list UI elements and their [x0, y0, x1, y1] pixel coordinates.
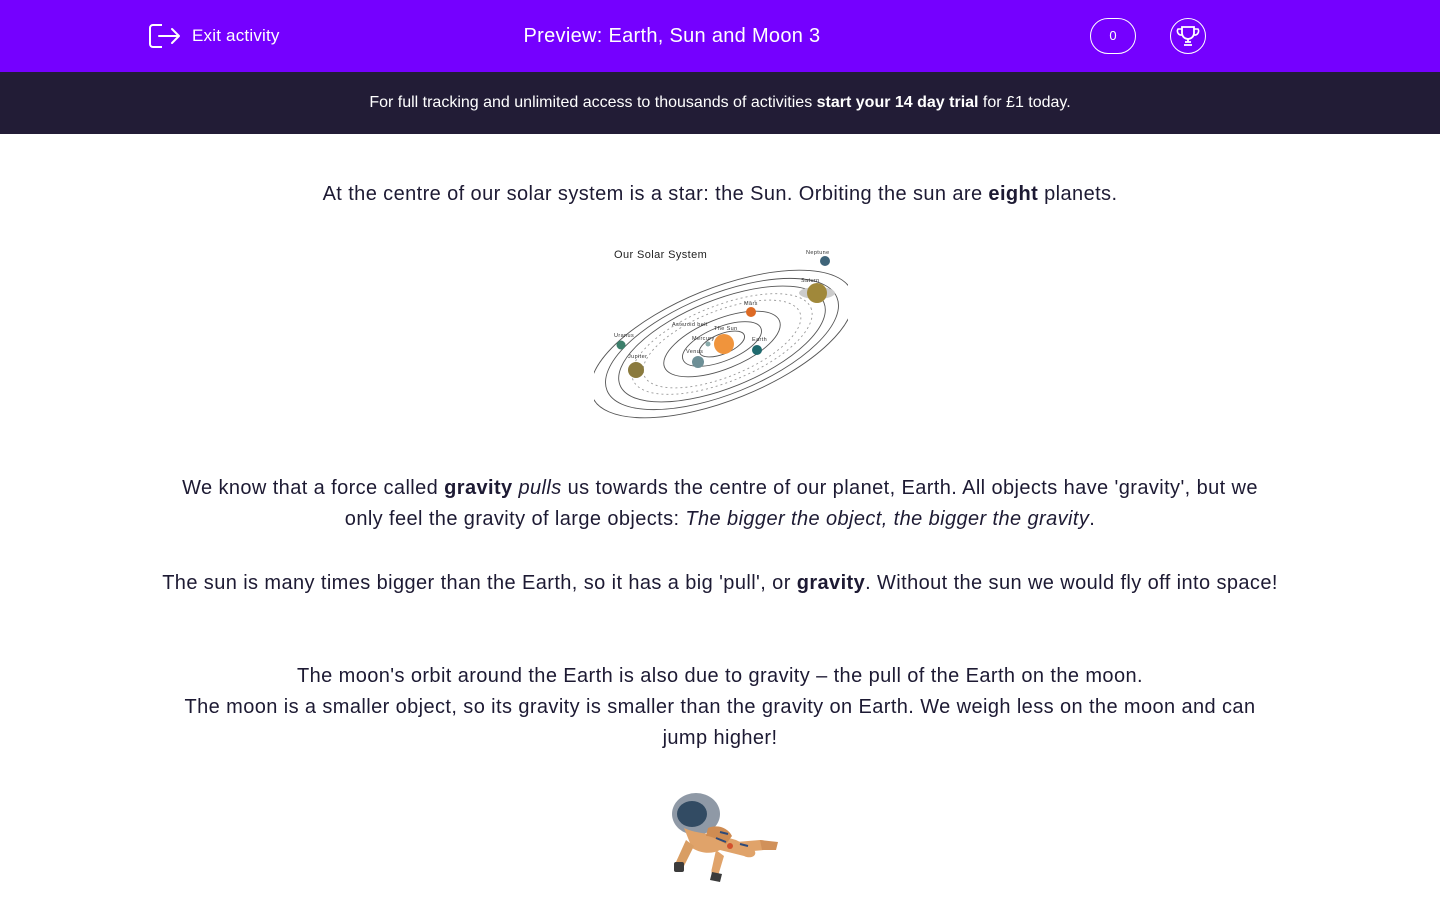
moon-orbit-paragraph: The moon's orbit around the Earth is als… — [297, 665, 1143, 687]
label-asteroid-belt: Asteroid belt — [672, 322, 708, 328]
promo-text-start: For full tracking and unlimited access t… — [369, 94, 817, 111]
trophy-button[interactable] — [1170, 18, 1206, 54]
sun-gravity-emphasis: gravity — [796, 572, 866, 594]
top-bar: Exit activity Preview: Earth, Sun and Mo… — [0, 0, 1440, 72]
intro-emphasis: eight — [988, 183, 1039, 205]
trial-promo-banner: For full tracking and unlimited access t… — [0, 72, 1440, 134]
trial-link[interactable]: start your 14 day trial — [817, 94, 979, 111]
label-saturn: Saturn — [801, 278, 820, 284]
diagram-title: Our Solar System — [614, 249, 707, 261]
label-mercury: Mercury — [692, 336, 715, 342]
neptune-planet — [820, 256, 830, 266]
label-venus: Venus — [686, 349, 703, 355]
gravity-text-g: . — [1089, 508, 1096, 530]
sun-text-c: . Without the sun we would fly off into … — [865, 572, 1278, 594]
earth-planet — [752, 345, 762, 355]
label-jupiter: Jupiter — [628, 354, 647, 360]
uranus-planet — [616, 340, 626, 350]
venus-planet — [692, 356, 704, 368]
label-uranus: Uranus — [614, 333, 634, 339]
mars-planet — [746, 307, 756, 317]
gravity-paragraph: We know that a force called gravity pull… — [160, 473, 1280, 535]
score-badge[interactable]: 0 — [1090, 18, 1136, 54]
moon-gravity-paragraph: The moon is a smaller object, so its gra… — [184, 696, 1256, 749]
sun-paragraph: The sun is many times bigger than the Ea… — [160, 568, 1280, 599]
label-mars: Mars — [744, 301, 758, 307]
saturn-planet — [807, 283, 827, 303]
solar-system-diagram: Our Solar System Neptune Saturn Mars Ast… — [594, 249, 848, 419]
sun-planet — [714, 334, 734, 354]
intro-text-c: planets. — [1038, 183, 1118, 205]
trophy-icon — [1176, 26, 1200, 46]
gravity-text-a: We know that a force called — [182, 477, 445, 499]
intro-paragraph: At the centre of our solar system is a s… — [160, 179, 1280, 210]
jupiter-planet — [628, 362, 644, 378]
astronaut-image — [672, 793, 778, 882]
label-earth: Earth — [752, 337, 767, 343]
sun-text-a: The sun is many times bigger than the Ea… — [162, 572, 797, 594]
gravity-emphasis: gravity — [444, 477, 513, 499]
mercury-planet — [705, 341, 711, 347]
label-neptune: Neptune — [806, 250, 830, 256]
promo-text-end: for £1 today. — [978, 94, 1071, 111]
intro-text-a: At the centre of our solar system is a s… — [322, 183, 989, 205]
label-the-sun: The Sun — [714, 326, 738, 332]
page-title: Preview: Earth, Sun and Moon 3 — [523, 25, 821, 47]
bigger-gravity-emphasis: The bigger the object, the bigger the gr… — [685, 508, 1090, 530]
pulls-emphasis: pulls — [518, 477, 562, 499]
